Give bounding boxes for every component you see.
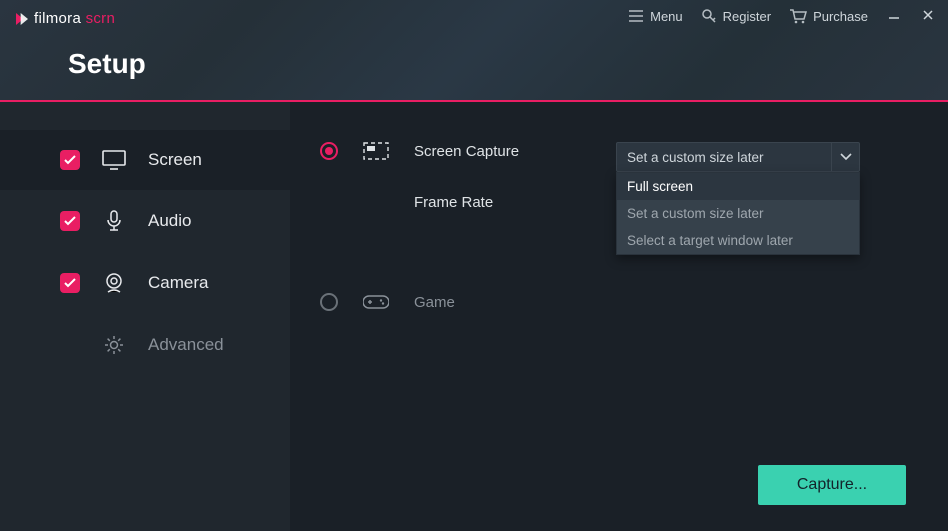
checkbox-audio[interactable]	[60, 211, 80, 231]
capture-size-select[interactable]: Set a custom size later	[616, 142, 860, 172]
key-icon	[701, 8, 717, 24]
sidebar-item-camera[interactable]: Camera	[0, 252, 290, 314]
monitor-icon	[102, 150, 126, 170]
select-value: Set a custom size later	[617, 150, 774, 165]
purchase-button[interactable]: Purchase	[789, 8, 868, 24]
sidebar-item-screen[interactable]: Screen	[0, 130, 290, 190]
sidebar-item-label: Screen	[148, 150, 202, 170]
gamepad-icon	[362, 294, 390, 310]
sidebar-item-label: Camera	[148, 273, 208, 293]
minimize-button[interactable]	[886, 9, 902, 24]
check-icon	[64, 216, 76, 226]
option-label: Frame Rate	[414, 194, 493, 211]
logo-text: filmora scrn	[34, 10, 115, 27]
purchase-label: Purchase	[813, 9, 868, 24]
checkbox-screen[interactable]	[60, 150, 80, 170]
dropdown-item[interactable]: Select a target window later	[617, 227, 859, 254]
capture-button[interactable]: Capture...	[758, 465, 906, 505]
sidebar-item-advanced[interactable]: Advanced	[0, 314, 290, 376]
select-caret[interactable]	[831, 143, 859, 171]
app-logo: filmora scrn	[14, 10, 115, 27]
sidebar: Screen Audio Camera Advance	[0, 102, 290, 531]
logo-icon	[14, 11, 30, 27]
microphone-icon	[102, 210, 126, 232]
checkbox-placeholder	[60, 335, 80, 355]
content-panel: Screen Capture Frame Rate Game Set a cus…	[290, 102, 948, 531]
menu-label: Menu	[650, 9, 683, 24]
sidebar-item-audio[interactable]: Audio	[0, 190, 290, 252]
dropdown-item[interactable]: Set a custom size later	[617, 200, 859, 227]
sidebar-item-label: Advanced	[148, 335, 224, 355]
option-game[interactable]: Game	[320, 293, 908, 311]
radio-game[interactable]	[320, 293, 338, 311]
top-menu: Menu Register Purchase	[628, 8, 936, 24]
option-label: Game	[414, 294, 455, 311]
capture-size-select-wrap: Set a custom size later Full screen Set …	[616, 142, 860, 255]
minimize-icon	[888, 9, 900, 21]
radio-screen-capture[interactable]	[320, 142, 338, 160]
checkbox-camera[interactable]	[60, 273, 80, 293]
check-icon	[64, 155, 76, 165]
check-icon	[64, 278, 76, 288]
dropdown-item[interactable]: Full screen	[617, 173, 859, 200]
app-header: filmora scrn Menu Register Purchase Setu…	[0, 0, 948, 102]
register-button[interactable]: Register	[701, 8, 771, 24]
close-button[interactable]	[920, 9, 936, 24]
webcam-icon	[102, 272, 126, 294]
menu-button[interactable]: Menu	[628, 9, 683, 24]
register-label: Register	[723, 9, 771, 24]
chevron-down-icon	[840, 153, 852, 161]
page-title: Setup	[68, 48, 146, 80]
close-icon	[922, 9, 934, 21]
gear-icon	[102, 334, 126, 356]
option-label: Screen Capture	[414, 143, 519, 160]
cart-icon	[789, 8, 807, 24]
sidebar-item-label: Audio	[148, 211, 191, 231]
capture-size-dropdown: Full screen Set a custom size later Sele…	[616, 172, 860, 255]
main-area: Screen Audio Camera Advance	[0, 102, 948, 531]
screen-capture-icon	[362, 142, 390, 160]
hamburger-icon	[628, 9, 644, 23]
